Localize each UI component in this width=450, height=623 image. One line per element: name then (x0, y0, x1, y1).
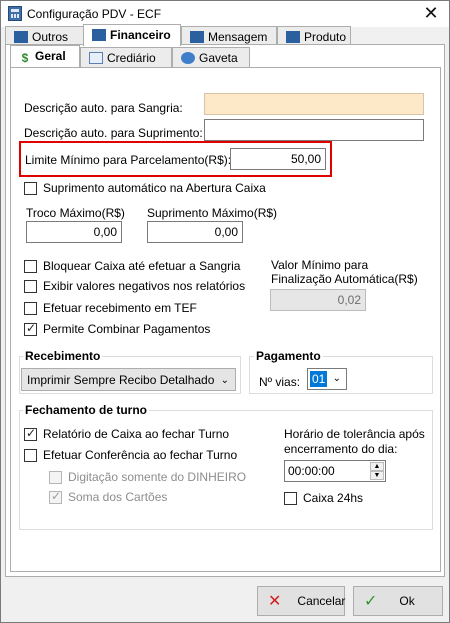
spin-up-icon[interactable]: ▲ (370, 462, 384, 471)
valor-minimo-label-2: Finalização Automática(R$) (271, 272, 418, 286)
spin-down-icon[interactable]: ▼ (370, 471, 384, 480)
chevron-down-icon: ⌄ (332, 373, 341, 384)
checkbox-box (49, 470, 62, 484)
relatorio-caixa-checkbox[interactable]: Relatório de Caixa ao fechar Turno (24, 426, 229, 441)
check-icon: ✓ (364, 593, 378, 610)
folder-icon (190, 31, 204, 43)
pagamento-title: Pagamento (254, 349, 323, 363)
checkbox-box (24, 448, 37, 462)
recebimento-title: Recebimento (23, 349, 103, 363)
close-icon: ✕ (268, 593, 282, 610)
vias-label: Nº vias: (259, 375, 301, 389)
chevron-down-icon: ⌄ (220, 375, 229, 386)
sub-tab-row: $ Geral Crediário Gaveta (10, 45, 441, 67)
window-title: Configuração PDV - ECF (27, 7, 162, 21)
efetuar-conferencia-checkbox[interactable]: Efetuar Conferência ao fechar Turno (24, 448, 237, 462)
checkbox-box (24, 181, 37, 195)
soma-cartoes-checkbox[interactable]: Soma dos Cartões (49, 489, 167, 504)
digitacao-dinheiro-checkbox[interactable]: Digitação somente do DINHEIRO (49, 470, 246, 484)
tab-outros[interactable]: Outros (5, 26, 85, 46)
tab-crediario[interactable]: Crediário (80, 47, 172, 67)
combinar-pagamentos-checkbox[interactable]: Permite Combinar Pagamentos (24, 321, 210, 336)
checkbox-box (284, 491, 297, 505)
sangria-input[interactable] (204, 93, 424, 115)
valor-minimo-label-1: Valor Mínimo para (271, 258, 369, 272)
tab-financeiro[interactable]: Financeiro (83, 24, 181, 46)
valor-minimo-input[interactable]: 0,02 (270, 289, 366, 311)
cancel-button[interactable]: ✕ Cancelar (257, 586, 345, 616)
troco-input[interactable]: 0,00 (26, 221, 122, 243)
highlight-outline (19, 141, 332, 177)
tab-gaveta[interactable]: Gaveta (172, 47, 250, 67)
app-icon (8, 6, 22, 21)
tolerancia-time-input[interactable]: 00:00:00 ▲ ▼ (284, 460, 386, 482)
tolerancia-label-2: encerramento do dia: (284, 442, 398, 456)
dialog-window: Configuração PDV - ECF ✕ Outros Financei… (0, 0, 450, 623)
top-tab-row: Outros Financeiro Mensagem Produto (5, 24, 445, 46)
troco-label: Troco Máximo(R$) (26, 206, 125, 220)
recebimento-select[interactable]: Imprimir Sempre Recibo Detalhado ⌄ (21, 368, 236, 391)
ok-button[interactable]: ✓ Ok (353, 586, 443, 616)
checkbox-box (24, 321, 37, 336)
suprimento-input[interactable] (204, 119, 424, 141)
folder-icon (286, 31, 300, 43)
folder-icon (92, 29, 106, 41)
dollar-icon: $ (21, 51, 29, 65)
exibir-negativos-checkbox[interactable]: Exibir valores negativos nos relatórios (24, 279, 245, 293)
caixa-24hs-checkbox[interactable]: Caixa 24hs (284, 491, 363, 505)
vias-select[interactable]: 01 ⌄ (307, 368, 347, 390)
folder-icon (14, 31, 28, 43)
checkbox-box (24, 301, 37, 315)
title-bar: Configuração PDV - ECF ✕ (1, 1, 449, 27)
suprimento-max-label: Suprimento Máximo(R$) (147, 206, 278, 220)
checkbox-box (24, 279, 37, 293)
calendar-icon (89, 52, 103, 64)
suprimento-auto-checkbox[interactable]: Suprimento automático na Abertura Caixa (24, 181, 266, 195)
recebimento-tef-checkbox[interactable]: Efetuar recebimento em TEF (24, 301, 197, 315)
checkbox-box (24, 259, 37, 273)
tab-geral[interactable]: $ Geral (10, 45, 80, 67)
fechamento-title: Fechamento de turno (23, 403, 150, 417)
checkbox-box (49, 489, 62, 504)
gear-icon (181, 52, 195, 64)
sangria-label: Descrição auto. para Sangria: (24, 101, 183, 115)
tab-produto[interactable]: Produto (277, 26, 351, 46)
bloquear-caixa-checkbox[interactable]: Bloquear Caixa até efetuar a Sangria (24, 259, 240, 273)
tab-mensagem[interactable]: Mensagem (181, 26, 277, 46)
suprimento-max-input[interactable]: 0,00 (147, 221, 243, 243)
tolerancia-label-1: Horário de tolerância após (284, 427, 425, 441)
checkbox-box (24, 426, 37, 441)
close-icon[interactable]: ✕ (419, 2, 443, 26)
suprimento-label: Descrição auto. para Suprimento: (24, 126, 203, 140)
